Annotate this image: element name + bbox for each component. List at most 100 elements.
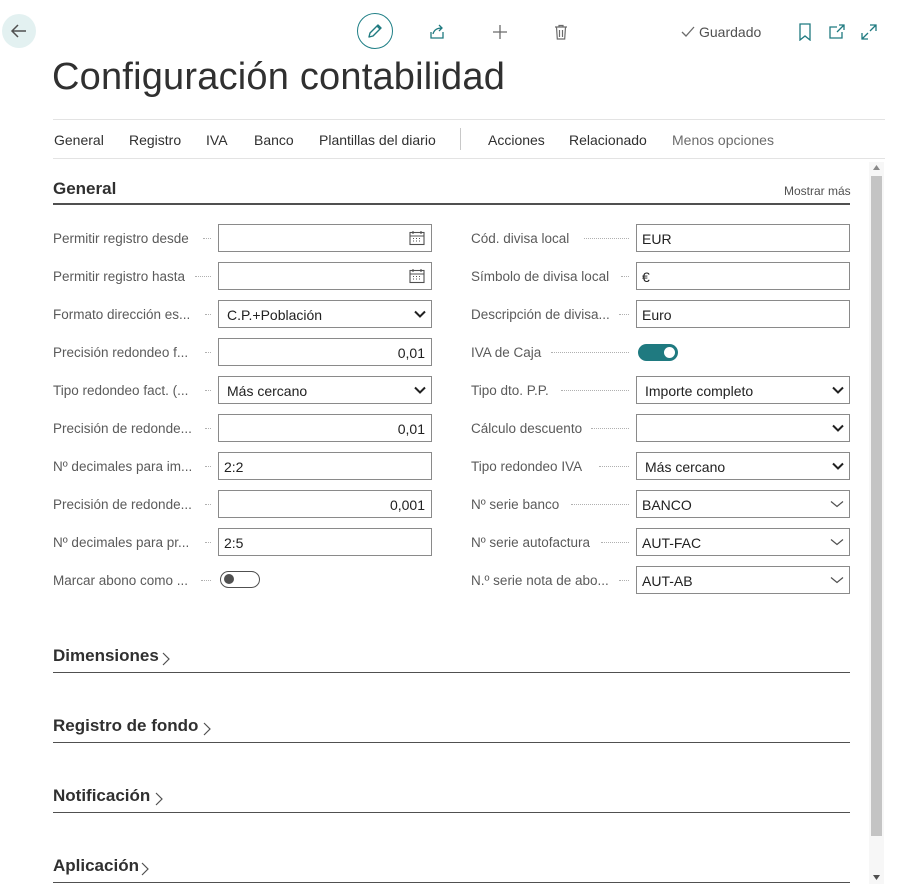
- field-row-cod-divisa-local: Cód. divisa local EUR: [471, 224, 850, 254]
- field-row-serie-banco: Nº serie banco BANCO: [471, 490, 850, 520]
- simbolo-divisa-local-input[interactable]: €: [636, 262, 850, 290]
- field-label: Símbolo de divisa local: [471, 269, 610, 284]
- open-new-window-button[interactable]: [825, 20, 849, 44]
- edit-button[interactable]: [357, 13, 393, 49]
- precision-de-redondeo-input[interactable]: 0,01: [218, 414, 432, 442]
- label-leader: [205, 314, 211, 316]
- descripcion-divisa-input[interactable]: Euro: [636, 300, 850, 328]
- field-row-decimales-importe: Nº decimales para im... 2:2: [53, 452, 432, 482]
- label-leader: [551, 352, 629, 354]
- decimales-importe-input[interactable]: 2:2: [218, 452, 432, 480]
- bookmark-button[interactable]: [793, 20, 817, 44]
- new-button[interactable]: [488, 20, 512, 44]
- section-title: Notificación: [53, 786, 151, 805]
- tab-plantillas-del-diario[interactable]: Plantillas del diario: [319, 132, 436, 148]
- field-label: Tipo redondeo fact. (...: [53, 383, 189, 398]
- iva-de-caja-toggle[interactable]: [638, 344, 678, 361]
- field-row-descripcion-divisa: Descripción de divisa... Euro: [471, 300, 850, 330]
- serie-banco-lookup[interactable]: BANCO: [636, 490, 850, 518]
- calendar-icon[interactable]: [409, 230, 425, 246]
- label-leader: [205, 428, 211, 430]
- chevron-down-icon: [414, 309, 426, 319]
- precision-de-redondeo-precio-input[interactable]: 0,001: [218, 490, 432, 518]
- serie-autofactura-lookup[interactable]: AUT-FAC: [636, 528, 850, 556]
- field-row-iva-de-caja: IVA de Caja: [471, 338, 850, 368]
- permitir-registro-hasta-input[interactable]: [218, 262, 432, 290]
- field-label: Permitir registro desde: [53, 231, 189, 246]
- chevron-down-icon[interactable]: [830, 575, 844, 585]
- back-button[interactable]: [2, 14, 36, 48]
- toggle-knob: [664, 347, 675, 358]
- section-notificacion[interactable]: Notificación: [53, 782, 850, 813]
- field-row-decimales-precio: Nº decimales para pr... 2:5: [53, 528, 432, 558]
- field-row-permitir-registro-desde: Permitir registro desde: [53, 224, 432, 254]
- label-leader: [205, 466, 211, 468]
- field-label: Nº decimales para pr...: [53, 535, 190, 550]
- page-title: Configuración contabilidad: [52, 56, 506, 98]
- tipo-dto-pp-select[interactable]: Importe completo: [636, 376, 850, 404]
- tab-registro[interactable]: Registro: [129, 132, 181, 148]
- bookmark-icon: [798, 23, 812, 41]
- share-button[interactable]: [425, 20, 449, 44]
- field-row-precision-de-redondeo-2: Precisión de redonde... 0,001: [53, 490, 432, 520]
- tab-banco[interactable]: Banco: [254, 132, 294, 148]
- label-leader: [591, 428, 629, 430]
- scrollbar-thumb[interactable]: [871, 176, 882, 836]
- serie-nota-abono-lookup[interactable]: AUT-AB: [636, 566, 850, 594]
- field-row-permitir-registro-hasta: Permitir registro hasta: [53, 262, 432, 292]
- section-dimensiones[interactable]: Dimensiones: [53, 642, 850, 673]
- open-new-window-icon: [828, 23, 846, 41]
- section-title-general[interactable]: General: [53, 179, 116, 199]
- label-leader: [601, 542, 629, 544]
- formato-direccion-select[interactable]: C.P.+Población: [218, 300, 432, 328]
- expand-button[interactable]: [857, 20, 881, 44]
- chevron-down-icon[interactable]: [830, 499, 844, 509]
- field-row-serie-autofactura: Nº serie autofactura AUT-FAC: [471, 528, 850, 558]
- calendar-icon[interactable]: [409, 268, 425, 284]
- tab-general[interactable]: General: [54, 132, 104, 148]
- field-row-tipo-redondeo-iva: Tipo redondeo IVA Más cercano: [471, 452, 850, 482]
- field-label: IVA de Caja: [471, 345, 542, 360]
- field-row-tipo-redondeo-fact: Tipo redondeo fact. (... Más cercano: [53, 376, 432, 406]
- delete-button[interactable]: [549, 20, 573, 44]
- decimales-precio-input[interactable]: 2:5: [218, 528, 432, 556]
- field-label: Permitir registro hasta: [53, 269, 186, 284]
- section-registro-de-fondo[interactable]: Registro de fondo: [53, 712, 850, 743]
- field-label: Cálculo descuento: [471, 421, 583, 436]
- field-row-marcar-abono: Marcar abono como ...: [53, 566, 432, 596]
- show-more-link[interactable]: Mostrar más: [784, 184, 851, 198]
- plus-icon: [491, 23, 509, 41]
- trash-icon: [552, 23, 570, 41]
- section-title: Registro de fondo: [53, 716, 199, 735]
- field-label: Descripción de divisa...: [471, 307, 610, 322]
- field-label: Marcar abono como ...: [53, 573, 189, 588]
- calculo-descuento-select[interactable]: [636, 414, 850, 442]
- field-row-formato-direccion: Formato dirección es... C.P.+Población: [53, 300, 432, 330]
- precision-redondeo-f-input[interactable]: 0,01: [218, 338, 432, 366]
- tab-iva[interactable]: IVA: [206, 132, 228, 148]
- field-row-tipo-dto-pp: Tipo dto. P.P. Importe completo: [471, 376, 850, 406]
- vertical-scrollbar[interactable]: [869, 162, 884, 884]
- related-menu[interactable]: Relacionado: [569, 132, 647, 148]
- arrow-left-icon: [9, 21, 29, 41]
- marcar-abono-toggle[interactable]: [220, 571, 260, 588]
- permitir-registro-desde-input[interactable]: [218, 224, 432, 252]
- chevron-down-icon[interactable]: [830, 537, 844, 547]
- actions-menu[interactable]: Acciones: [488, 132, 545, 148]
- fewer-options-button[interactable]: Menos opciones: [672, 132, 774, 148]
- scroll-up-icon[interactable]: [873, 165, 880, 170]
- chevron-down-icon: [832, 385, 844, 395]
- cod-divisa-local-input[interactable]: EUR: [636, 224, 850, 252]
- field-label: Tipo redondeo IVA: [471, 459, 583, 474]
- label-leader: [203, 238, 211, 240]
- chevron-down-icon: [832, 423, 844, 433]
- field-row-simbolo-divisa-local: Símbolo de divisa local €: [471, 262, 850, 292]
- label-leader: [205, 504, 211, 506]
- section-aplicacion[interactable]: Aplicación: [53, 852, 850, 883]
- tipo-redondeo-fact-select[interactable]: Más cercano: [218, 376, 432, 404]
- expand-icon: [860, 23, 878, 41]
- tipo-redondeo-iva-select[interactable]: Más cercano: [636, 452, 850, 480]
- field-label: Tipo dto. P.P.: [471, 383, 549, 398]
- chevron-right-icon: [140, 861, 150, 877]
- scroll-down-icon[interactable]: [873, 875, 880, 880]
